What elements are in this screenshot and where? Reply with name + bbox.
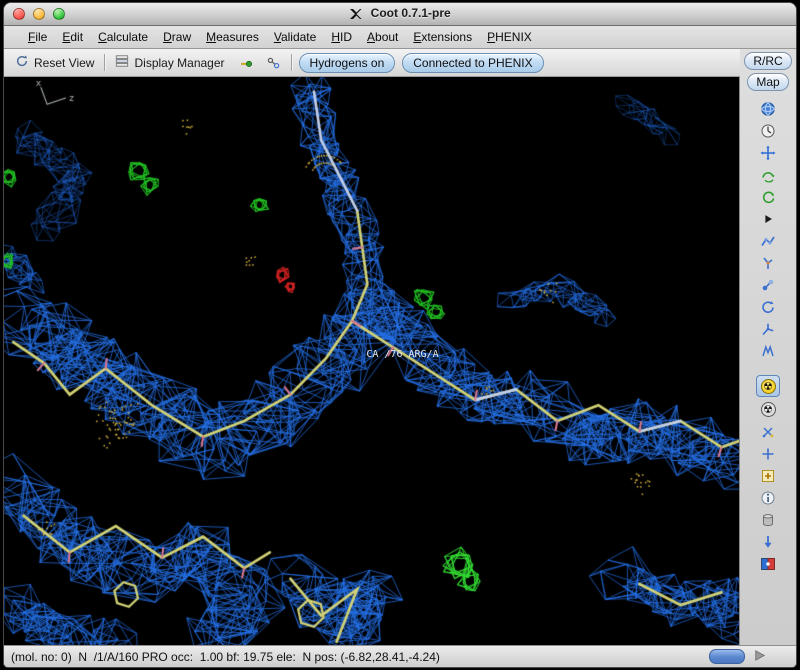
right-panel: R/RC Map ☢ ☢ bbox=[740, 49, 796, 645]
close-button[interactable] bbox=[13, 8, 25, 20]
linked-atoms-icon[interactable] bbox=[263, 54, 284, 72]
mutate-icon[interactable] bbox=[757, 341, 779, 360]
menu-calculate[interactable]: Calculate bbox=[98, 30, 148, 44]
map-button[interactable]: Map bbox=[747, 73, 789, 91]
chi-angles-icon[interactable] bbox=[757, 253, 779, 272]
molecular-viewport[interactable]: CA /76 ARG/A bbox=[4, 77, 740, 645]
model-toolbar: ☢ ☢ bbox=[756, 99, 780, 573]
phenix-connection-button[interactable]: Connected to PHENIX bbox=[402, 52, 544, 73]
menu-validate[interactable]: Validate bbox=[274, 30, 317, 44]
flag-icon[interactable] bbox=[757, 554, 779, 573]
menu-extensions[interactable]: Extensions bbox=[413, 30, 472, 44]
menu-hid[interactable]: HID bbox=[331, 30, 352, 44]
move-axes-icon[interactable] bbox=[757, 143, 779, 162]
hydrogens-toggle-button[interactable]: Hydrogens on bbox=[298, 52, 396, 73]
side-chain-icon[interactable] bbox=[757, 319, 779, 338]
play-triangle-icon bbox=[753, 649, 766, 665]
title-bar[interactable]: Coot 0.7.1-pre bbox=[4, 3, 796, 26]
menu-draw[interactable]: Draw bbox=[163, 30, 191, 44]
status-text: (mol. no: 0) N /1/A/160 PRO occ: 1.00 bf… bbox=[11, 649, 440, 664]
menu-edit[interactable]: Edit bbox=[62, 30, 83, 44]
add-terminal-icon[interactable] bbox=[757, 422, 779, 441]
menu-file[interactable]: File bbox=[28, 30, 47, 44]
rrc-button[interactable]: R/RC bbox=[744, 52, 792, 70]
menu-bar: File Edit Calculate Draw Measures Valida… bbox=[4, 26, 796, 49]
torsion-icon[interactable] bbox=[757, 275, 779, 294]
recycle-icon[interactable] bbox=[757, 187, 779, 206]
window-title: Coot 0.7.1-pre bbox=[370, 5, 451, 20]
minimize-button[interactable] bbox=[33, 8, 45, 20]
coot-window: Coot 0.7.1-pre File Edit Calculate Draw … bbox=[3, 2, 797, 668]
add-atom-icon[interactable] bbox=[757, 466, 779, 485]
x11-icon bbox=[349, 8, 362, 23]
display-manager-icon bbox=[115, 54, 129, 71]
menu-phenix[interactable]: PHENIX bbox=[487, 30, 532, 44]
menu-about[interactable]: About bbox=[367, 30, 398, 44]
info-icon[interactable] bbox=[757, 488, 779, 507]
rotate-translate-icon[interactable] bbox=[757, 297, 779, 316]
reset-view-button[interactable]: Reset View bbox=[12, 52, 97, 73]
globe-icon[interactable] bbox=[757, 99, 779, 118]
gl-canvas[interactable] bbox=[4, 77, 739, 645]
add-alt-conf-icon[interactable] bbox=[757, 444, 779, 463]
display-manager-button[interactable]: Display Manager bbox=[112, 52, 227, 73]
timer-icon[interactable] bbox=[757, 121, 779, 140]
expander-icon[interactable] bbox=[757, 209, 779, 228]
backbone-icon[interactable] bbox=[757, 231, 779, 250]
status-bar: (mol. no: 0) N /1/A/160 PRO occ: 1.00 bf… bbox=[4, 645, 796, 667]
radiation-icon[interactable]: ☢ bbox=[757, 400, 779, 419]
zoom-button[interactable] bbox=[53, 8, 65, 20]
rotate-zone-icon[interactable] bbox=[757, 165, 779, 184]
menu-measures[interactable]: Measures bbox=[206, 30, 259, 44]
ball-and-stick-icon[interactable] bbox=[235, 54, 256, 72]
toolbar-separator bbox=[290, 54, 292, 71]
toolbar-separator bbox=[104, 54, 106, 71]
status-progress-bar bbox=[709, 649, 745, 664]
statusbar-expand-button[interactable] bbox=[753, 649, 766, 665]
main-toolbar: Reset View Display Manager Hydrogens on bbox=[4, 49, 740, 77]
radiation-active-icon[interactable]: ☢ bbox=[756, 375, 780, 397]
reset-view-icon bbox=[15, 54, 29, 71]
delete-item-icon[interactable] bbox=[757, 510, 779, 529]
down-arrow-icon[interactable] bbox=[757, 532, 779, 551]
